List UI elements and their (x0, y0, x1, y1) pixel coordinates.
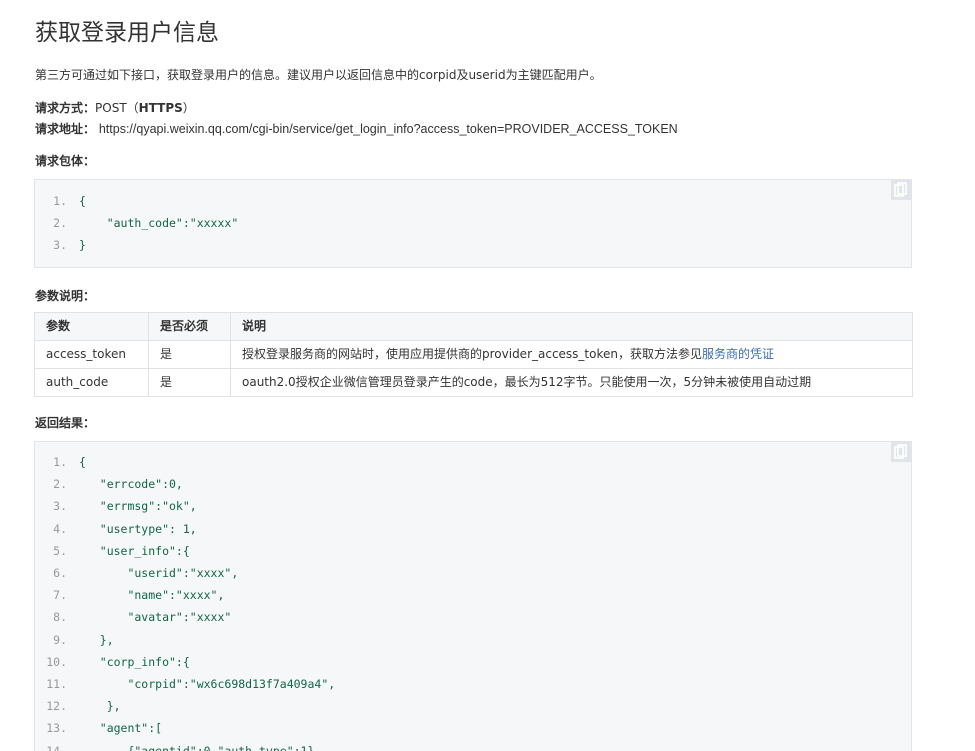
code-text: }, (79, 632, 114, 647)
code-text: { (79, 194, 86, 208)
code-text: }, (79, 699, 121, 714)
params-header-row: 参数 是否必须 说明 (34, 312, 913, 341)
provider-credential-link[interactable]: 服务商的凭证 (702, 347, 774, 361)
code-line: 14. {"agentid":0,"auth_type":1}, (35, 740, 321, 751)
code-text: "avatar":"xxxx" (79, 610, 232, 625)
line-number: 8. (53, 610, 67, 625)
code-line: 7. "name":"xxxx", (35, 584, 224, 606)
params-table: 参数 是否必须 说明 access_token 是 授权登录服务商的网站时，使用… (34, 312, 913, 397)
code-line: 6. "userid":"xxxx", (35, 562, 238, 584)
param-name: auth_code (34, 368, 149, 397)
page-title: 获取登录用户信息 (35, 20, 219, 46)
request-address-url[interactable]: https://qyapi.weixin.qq.com/cgi-bin/serv… (99, 122, 678, 136)
request-method-label: 请求方式： (35, 101, 96, 115)
code-line: 10. "corp_info":{ (35, 651, 190, 673)
code-text: "usertype": 1, (79, 521, 197, 536)
return-code-block: 1.{2. "errcode":0, 3. "errmsg":"ok", 4. "u… (34, 441, 912, 751)
param-name: access_token (34, 340, 149, 369)
line-number: 10. (46, 654, 67, 669)
line-number: 13. (46, 721, 67, 736)
code-text: "userid":"xxxx", (79, 566, 239, 580)
intro-text: 第三方可通过如下接口，获取登录用户的信息。建议用户以返回信息中的corpid及u… (35, 68, 602, 82)
code-line: 1. { (35, 190, 86, 212)
param-desc: 授权登录服务商的网站时，使用应用提供商的provider_access_toke… (230, 340, 913, 369)
table-row: access_token 是 授权登录服务商的网站时，使用应用提供商的provi… (34, 340, 913, 369)
code-line: 3.} (35, 234, 86, 256)
param-desc-text: 授权登录服务商的网站时，使用应用提供商的provider_access_toke… (242, 347, 702, 361)
line-number: 3. (53, 499, 67, 514)
code-line: 3. "errmsg":"ok", (35, 495, 197, 517)
code-line: 4. "usertype": 1, (35, 518, 197, 540)
request-address-label: 请求地址： (35, 122, 96, 136)
line-number: 6. (53, 566, 67, 580)
code-line: 8. "avatar":"xxxx" (35, 606, 231, 628)
code-line: 5. "user_info":{ (35, 540, 190, 562)
code-text: "errmsg":"ok", (79, 499, 197, 514)
line-number: 9. (53, 632, 67, 647)
request-method-value: POST（ (95, 101, 139, 115)
code-line: 2. "errcode":0, (35, 473, 183, 495)
copy-button[interactable] (891, 180, 911, 200)
param-required: 是 (148, 340, 231, 369)
request-body-code-block: 1.{2. "auth_code":"xxxxx" 3.} (34, 179, 912, 268)
params-header-desc: 说明 (230, 312, 913, 341)
return-label: 返回结果： (35, 416, 96, 430)
code-line: 13. "agent":[ (35, 717, 162, 739)
code-text: "agent":[ (79, 721, 163, 736)
request-address: 请求地址： https://qyapi.weixin.qq.com/cgi-bi… (35, 121, 678, 137)
code-line: 11. "corpid":"wx6c698d13f7a409a4", (35, 673, 335, 695)
doc-page: 获取登录用户信息 第三方可通过如下接口，获取登录用户的信息。建议用户以返回信息中… (0, 0, 975, 751)
code-text: { (79, 455, 86, 469)
line-number: 7. (53, 588, 67, 603)
code-text: "errcode":0, (79, 477, 183, 492)
params-header-required: 是否必须 (148, 312, 231, 341)
table-row: auth_code 是 oauth2.0授权企业微信管理员登录产生的code，最… (34, 368, 913, 397)
code-text: "auth_code":"xxxxx" (79, 216, 239, 230)
request-body-label: 请求包体： (35, 154, 96, 168)
line-number: 5. (53, 543, 67, 558)
code-text: "corp_info":{ (79, 654, 190, 669)
copy-icon (894, 182, 907, 197)
param-required: 是 (148, 368, 231, 397)
copy-icon (894, 444, 907, 459)
line-number: 2. (53, 477, 67, 492)
code-line: 9. }, (35, 629, 114, 651)
line-number: 4. (53, 521, 67, 536)
code-text: } (79, 238, 86, 252)
line-number: 12. (46, 699, 67, 714)
params-header-name: 参数 (34, 312, 149, 341)
line-number: 11. (46, 677, 67, 691)
code-text: "user_info":{ (79, 543, 190, 558)
request-method-end: ） (182, 101, 195, 115)
params-label: 参数说明： (35, 289, 96, 303)
code-text: "name":"xxxx", (79, 588, 225, 603)
code-line: 12. }, (35, 695, 121, 717)
code-text: {"agentid":0,"auth_type":1}, (79, 743, 322, 751)
line-number: 1. (53, 194, 67, 208)
code-text: "corpid":"wx6c698d13f7a409a4", (79, 677, 336, 691)
copy-button[interactable] (891, 442, 911, 462)
line-number: 1. (53, 455, 67, 469)
request-method: 请求方式：POST（HTTPS） (35, 100, 195, 116)
line-number: 2. (53, 216, 67, 230)
line-number: 14. (46, 743, 67, 751)
code-line: 2. "auth_code":"xxxxx" (35, 212, 238, 234)
code-line: 1. { (35, 451, 86, 473)
line-number: 3. (53, 238, 67, 252)
param-desc: oauth2.0授权企业微信管理员登录产生的code，最长为512字节。只能使用… (230, 368, 913, 397)
request-method-protocol: HTTPS (138, 101, 183, 115)
